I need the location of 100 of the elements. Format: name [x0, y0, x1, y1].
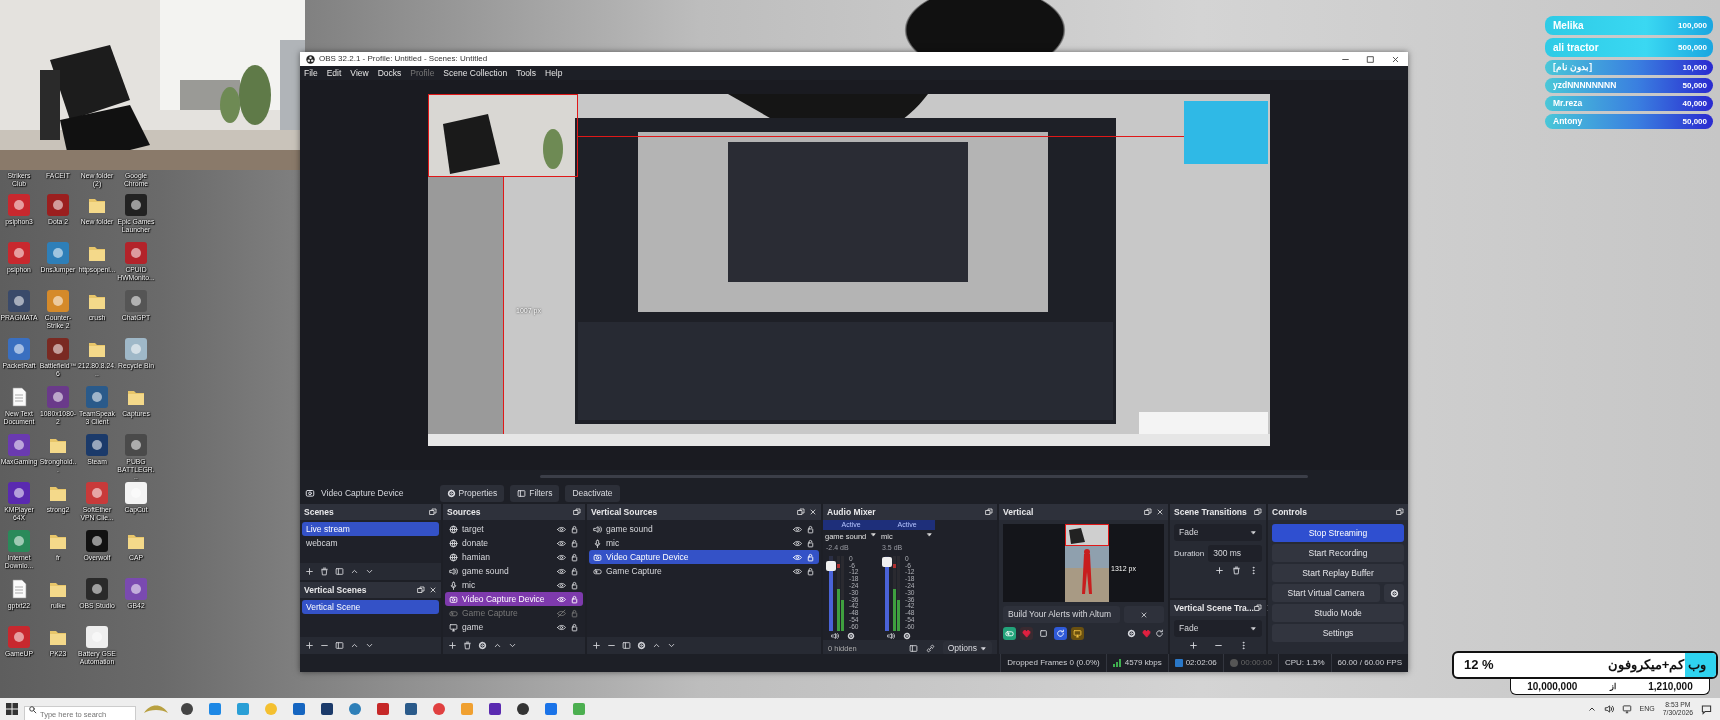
menu-item[interactable]: File — [304, 66, 318, 80]
speaker-icon[interactable] — [1603, 704, 1614, 714]
scene-item[interactable]: Vertical Scene — [302, 600, 439, 614]
taskbar-app-icon[interactable] — [180, 702, 194, 716]
plus-icon[interactable] — [1215, 566, 1224, 575]
windows-icon[interactable] — [6, 703, 18, 715]
slider-thumb[interactable] — [882, 556, 892, 567]
eye-icon[interactable] — [793, 524, 802, 534]
duration-field[interactable]: 300 ms — [1208, 545, 1262, 562]
close-icon[interactable] — [429, 586, 437, 594]
undock-icon[interactable] — [985, 508, 993, 516]
taskbar-app-icon[interactable] — [488, 702, 502, 716]
toolbar-button[interactable] — [1054, 627, 1067, 640]
menu-item[interactable]: View — [350, 66, 369, 80]
app-icon[interactable] — [8, 194, 30, 216]
eye-icon[interactable] — [557, 552, 566, 562]
lock-icon[interactable] — [570, 552, 579, 562]
more-icon[interactable] — [1249, 566, 1258, 575]
app-icon[interactable] — [86, 434, 108, 456]
eye-icon[interactable] — [557, 580, 566, 590]
lock-icon[interactable] — [806, 524, 815, 534]
lock-icon[interactable] — [570, 524, 579, 534]
network-icon[interactable] — [1621, 704, 1632, 714]
source-item[interactable]: mic — [589, 536, 819, 550]
source-item[interactable]: game sound — [445, 564, 583, 578]
toolbar-button[interactable]: Deactivate — [565, 484, 620, 502]
undock-icon[interactable] — [573, 508, 581, 516]
chevron-icon[interactable] — [1587, 705, 1596, 713]
source-item[interactable]: game sound — [589, 522, 819, 536]
control-button[interactable]: Stop Streaming — [1272, 524, 1404, 542]
app-icon[interactable] — [8, 338, 30, 360]
refresh-icon[interactable] — [1155, 629, 1164, 638]
close-icon[interactable] — [1156, 508, 1164, 516]
lock-icon[interactable] — [806, 552, 815, 562]
undock-icon[interactable] — [1253, 604, 1262, 612]
menu-item[interactable]: Scene Collection — [443, 66, 508, 80]
plus-icon[interactable] — [305, 641, 314, 650]
undock-icon[interactable] — [1144, 508, 1152, 516]
control-button[interactable]: Start Recording — [1272, 544, 1404, 562]
notification-icon[interactable] — [1701, 703, 1712, 715]
plus-icon[interactable] — [305, 567, 314, 576]
up-chevron-icon[interactable] — [493, 641, 502, 650]
selection-box[interactable] — [1065, 524, 1109, 546]
toolbar-button[interactable]: Properties — [439, 484, 505, 502]
trash-icon[interactable] — [463, 641, 472, 650]
down-chevron-icon[interactable] — [365, 567, 374, 576]
taskbar-app-icon[interactable] — [292, 702, 306, 716]
undock-icon[interactable] — [1396, 508, 1404, 516]
eye-icon[interactable] — [557, 594, 566, 604]
eye-icon[interactable] — [557, 622, 566, 632]
settings-icon[interactable] — [903, 631, 911, 640]
app-icon[interactable] — [86, 386, 108, 408]
scrollbar[interactable] — [540, 474, 1308, 478]
panel-icon[interactable] — [335, 567, 344, 576]
app-icon[interactable] — [86, 482, 108, 504]
menu-item[interactable]: Tools — [516, 66, 536, 80]
settings-icon[interactable] — [478, 641, 487, 650]
source-item[interactable]: Game Capture — [445, 606, 583, 620]
eye-slash-icon[interactable] — [557, 608, 566, 618]
app-icon[interactable] — [125, 194, 147, 216]
down-chevron-icon[interactable] — [508, 641, 517, 650]
eye-icon[interactable] — [793, 566, 802, 576]
lock-icon[interactable] — [570, 566, 579, 576]
app-icon[interactable] — [125, 578, 147, 600]
lock-icon[interactable] — [570, 622, 579, 632]
app-icon[interactable] — [8, 626, 30, 648]
app-icon[interactable] — [125, 290, 147, 312]
panel-icon[interactable] — [335, 641, 344, 650]
scene-item[interactable]: Live stream — [302, 522, 439, 536]
options-button[interactable]: Options — [942, 641, 992, 656]
menu-item[interactable]: Help — [545, 66, 563, 80]
panel-icon[interactable] — [622, 641, 631, 650]
app-icon[interactable] — [125, 434, 147, 456]
taskbar-app-icon[interactable] — [516, 702, 530, 716]
toolbar-button[interactable] — [1071, 627, 1084, 640]
undock-icon[interactable] — [417, 586, 425, 594]
panel-icon[interactable] — [908, 643, 918, 653]
link-icon[interactable] — [925, 643, 935, 653]
eye-icon[interactable] — [557, 566, 566, 576]
app-icon[interactable] — [47, 194, 69, 216]
plus-icon[interactable] — [448, 641, 457, 650]
toolbar-button[interactable] — [1020, 627, 1033, 640]
eye-icon[interactable] — [557, 524, 566, 534]
lock-icon[interactable] — [570, 538, 579, 548]
transition-dropdown[interactable]: Fade — [1174, 620, 1262, 637]
settings-icon[interactable] — [637, 641, 646, 650]
up-chevron-icon[interactable] — [350, 567, 359, 576]
undock-icon[interactable] — [1254, 508, 1262, 516]
settings-icon[interactable] — [1127, 629, 1136, 638]
app-icon[interactable] — [47, 338, 69, 360]
settings-icon[interactable] — [847, 631, 855, 640]
source-item[interactable]: Video Capture Device — [589, 550, 819, 564]
app-icon[interactable] — [8, 290, 30, 312]
app-icon[interactable] — [47, 386, 69, 408]
app-icon[interactable] — [47, 242, 69, 264]
control-button[interactable]: Start Virtual Camera — [1272, 584, 1380, 602]
toolbar-button[interactable] — [1003, 627, 1016, 640]
control-button[interactable]: Start Replay Buffer — [1272, 564, 1404, 582]
down-chevron-icon[interactable] — [365, 641, 374, 650]
trash-icon[interactable] — [1232, 566, 1241, 575]
